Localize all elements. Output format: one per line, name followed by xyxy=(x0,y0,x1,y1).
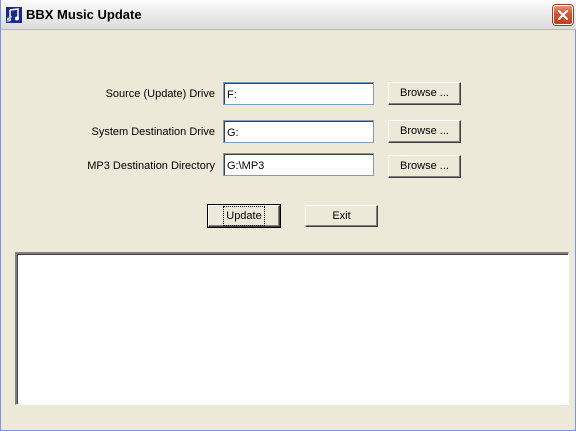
mp3-destination-directory-label: MP3 Destination Directory xyxy=(87,160,215,172)
browse-mp3-destination-button[interactable]: Browse ... xyxy=(388,155,461,178)
update-log-textarea[interactable] xyxy=(15,252,569,405)
title-bar[interactable]: BBX Music Update xyxy=(1,0,576,30)
source-drive-input[interactable] xyxy=(223,82,374,105)
exit-button[interactable]: Exit xyxy=(305,205,378,227)
window-title: BBX Music Update xyxy=(26,7,142,22)
browse-system-destination-button[interactable]: Browse ... xyxy=(388,120,461,143)
source-drive-label: Source (Update) Drive xyxy=(105,88,215,100)
browse-source-button[interactable]: Browse ... xyxy=(388,82,461,105)
app-window: BBX Music Update Source (Update) Drive B… xyxy=(0,0,576,431)
update-button-label: Update xyxy=(223,206,265,226)
system-destination-drive-label: System Destination Drive xyxy=(91,126,216,138)
update-button[interactable]: Update xyxy=(207,204,281,228)
dialog-client-area: Source (Update) Drive Browse ... System … xyxy=(5,30,573,427)
close-icon xyxy=(558,10,568,20)
mp3-destination-directory-input[interactable] xyxy=(223,153,374,176)
music-app-icon xyxy=(6,7,22,23)
close-button[interactable] xyxy=(553,5,573,25)
system-destination-drive-input[interactable] xyxy=(223,120,374,143)
